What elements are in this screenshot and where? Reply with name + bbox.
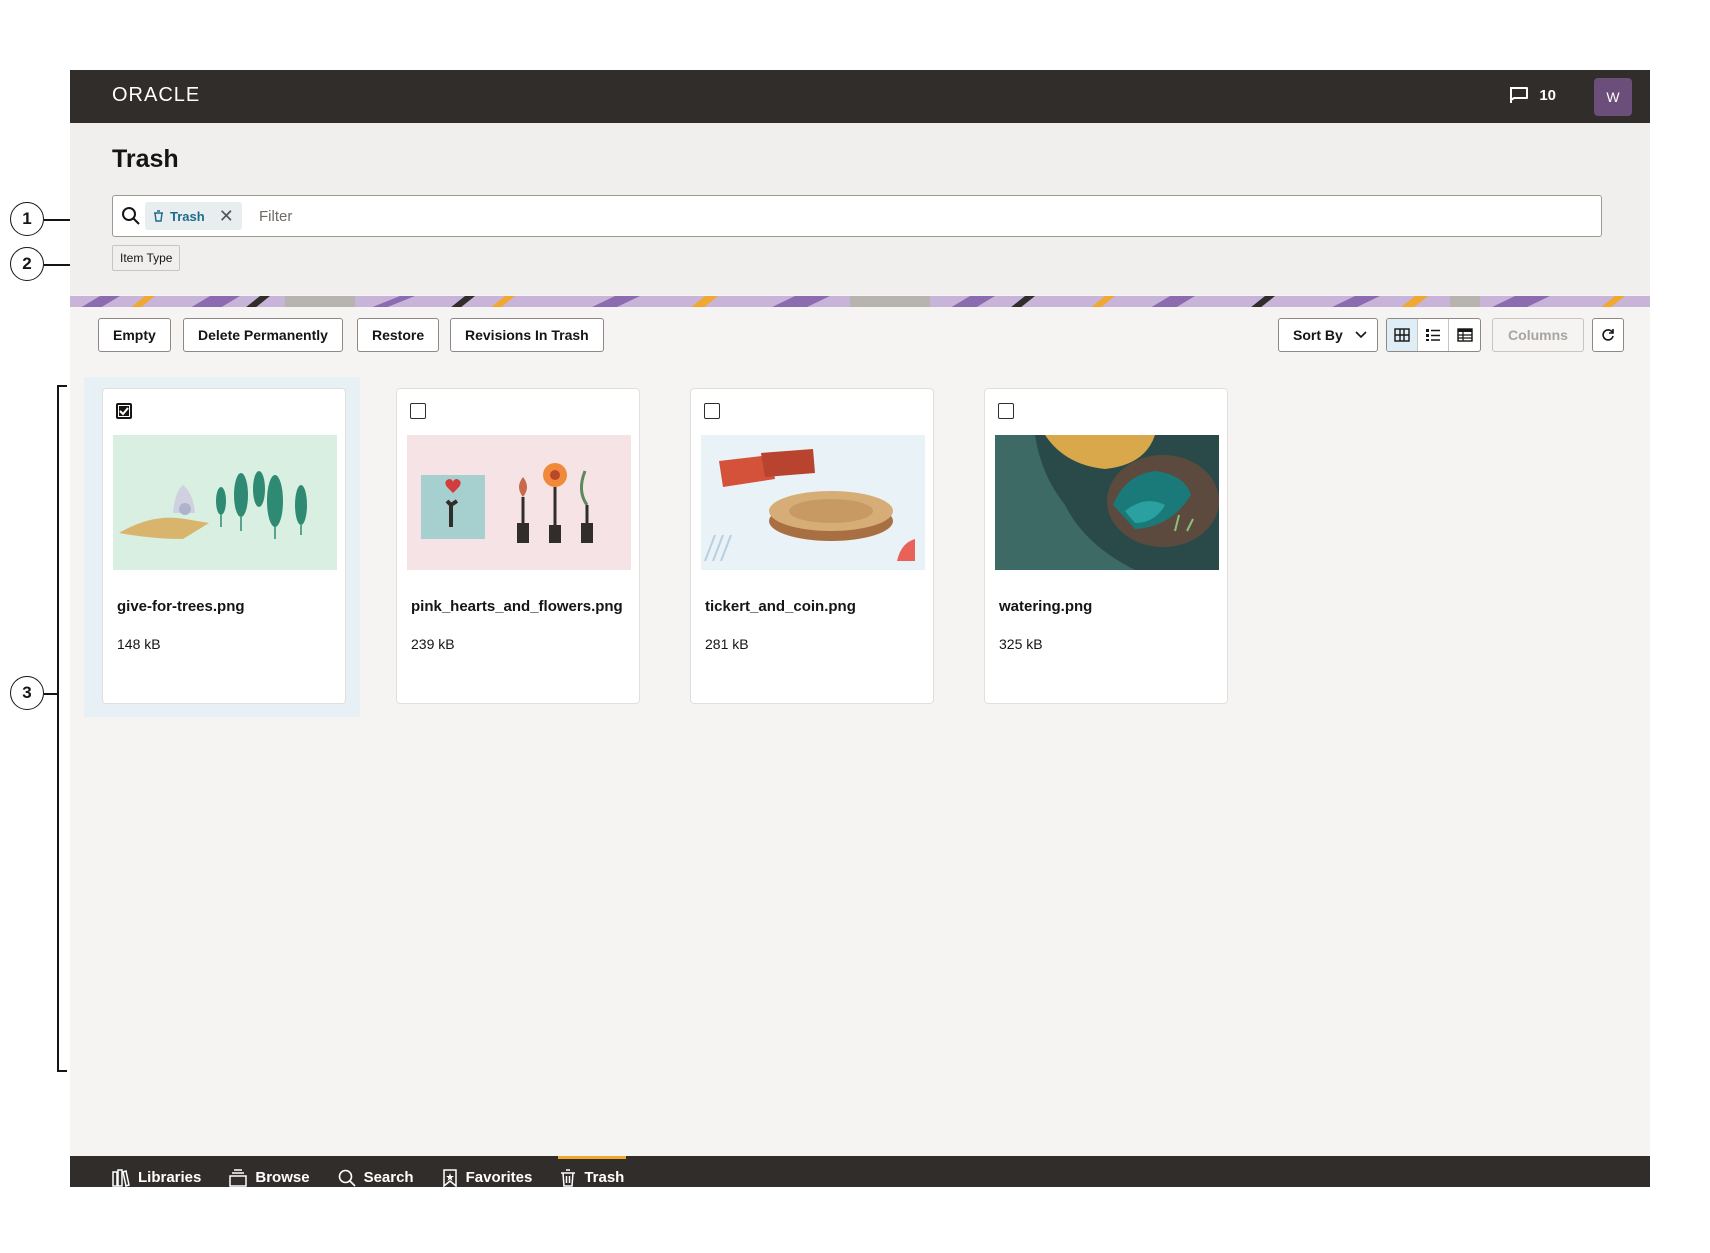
nav-label: Libraries <box>138 1169 202 1186</box>
trash-icon <box>154 210 163 222</box>
oracle-logo: ORACLE <box>112 84 201 106</box>
file-size: 148 kB <box>117 636 161 652</box>
list-view-button[interactable] <box>1418 319 1449 351</box>
columns-button[interactable]: Columns <box>1492 318 1584 352</box>
filter-bar: Trash ✕ <box>112 195 1602 237</box>
card-checkbox-checked[interactable] <box>116 403 132 419</box>
messages-count: 10 <box>1539 86 1556 104</box>
page-title: Trash <box>112 145 179 173</box>
bottom-nav: Libraries Browse Search Favorites Trash <box>70 1156 1650 1187</box>
messages-button[interactable]: 10 <box>1509 86 1556 104</box>
grid-view-icon <box>1394 328 1410 342</box>
thumbnail-pink-hearts-and-flowers <box>407 435 631 570</box>
callout-3-bracket-bottom <box>57 1070 67 1072</box>
callout-3-bracket <box>57 385 59 1071</box>
file-name: pink_hearts_and_flowers.png <box>411 598 623 615</box>
thumbnail-ticket-and-coin <box>701 435 925 570</box>
nav-search[interactable]: Search <box>338 1156 414 1187</box>
file-card[interactable]: watering.png 325 kB <box>984 388 1228 704</box>
sort-by-dropdown[interactable]: Sort By <box>1278 318 1378 352</box>
documentation-figure: 1 2 3 4 ORACLE 10 W Trash Trash <box>0 0 1710 1253</box>
file-size: 281 kB <box>705 636 749 652</box>
close-icon[interactable]: ✕ <box>219 206 234 227</box>
top-bar: ORACLE 10 W <box>70 70 1650 123</box>
file-card[interactable]: tickert_and_coin.png 281 kB <box>690 388 934 704</box>
file-size: 239 kB <box>411 636 455 652</box>
revisions-in-trash-button[interactable]: Revisions In Trash <box>450 318 604 352</box>
file-size: 325 kB <box>999 636 1043 652</box>
filter-input[interactable] <box>259 204 1559 228</box>
nav-label: Trash <box>584 1169 625 1186</box>
browse-icon <box>229 1168 248 1187</box>
callout-1: 1 <box>10 202 44 236</box>
checkmark-icon <box>119 407 129 416</box>
nav-label: Favorites <box>465 1169 533 1186</box>
search-icon <box>122 207 140 225</box>
delete-permanently-button[interactable]: Delete Permanently <box>183 318 343 352</box>
card-checkbox[interactable] <box>704 403 720 419</box>
file-card[interactable]: pink_hearts_and_flowers.png 239 kB <box>396 388 640 704</box>
decorative-banner <box>70 295 1650 307</box>
nav-label: Search <box>363 1169 414 1186</box>
nav-trash[interactable]: Trash <box>558 1156 627 1187</box>
avatar[interactable]: W <box>1594 78 1632 116</box>
search-icon <box>338 1169 356 1187</box>
card-checkbox[interactable] <box>410 403 426 419</box>
file-name: tickert_and_coin.png <box>705 598 856 615</box>
file-card[interactable]: give-for-trees.png 148 kB <box>102 388 346 704</box>
page-header: Trash Trash ✕ Item Type <box>70 123 1650 295</box>
file-name: give-for-trees.png <box>117 598 245 615</box>
callout-2: 2 <box>10 247 44 281</box>
list-view-icon <box>1426 329 1440 341</box>
bookmark-icon <box>442 1168 457 1187</box>
grid-view-button[interactable] <box>1387 319 1418 351</box>
chevron-down-icon <box>1355 331 1367 339</box>
table-view-button[interactable] <box>1449 319 1480 351</box>
thumbnail-watering <box>995 435 1219 570</box>
trash-filter-chip: Trash ✕ <box>145 202 242 230</box>
view-toggle-group <box>1386 318 1481 352</box>
callout-3-leader <box>44 693 57 695</box>
nav-label: Browse <box>255 1169 310 1186</box>
nav-browse[interactable]: Browse <box>229 1156 310 1187</box>
trash-icon <box>561 1168 576 1187</box>
refresh-icon <box>1602 329 1614 341</box>
callout-3: 3 <box>10 676 44 710</box>
thumbnail-give-for-trees <box>113 435 337 570</box>
empty-button[interactable]: Empty <box>98 318 171 352</box>
libraries-icon <box>112 1168 130 1187</box>
callout-3-bracket-top <box>57 385 67 387</box>
sort-by-label: Sort By <box>1293 327 1343 343</box>
chip-label: Trash <box>170 208 205 224</box>
nav-favorites[interactable]: Favorites <box>442 1156 533 1187</box>
refresh-button[interactable] <box>1592 318 1624 352</box>
table-view-icon <box>1456 328 1473 342</box>
card-checkbox[interactable] <box>998 403 1014 419</box>
flag-icon <box>1510 87 1529 103</box>
nav-libraries[interactable]: Libraries <box>112 1156 201 1187</box>
app-window: ORACLE 10 W Trash Trash ✕ Item Type <box>70 70 1650 1187</box>
restore-button[interactable]: Restore <box>357 318 440 352</box>
item-type-filter-button[interactable]: Item Type <box>112 245 181 271</box>
file-name: watering.png <box>999 598 1093 615</box>
